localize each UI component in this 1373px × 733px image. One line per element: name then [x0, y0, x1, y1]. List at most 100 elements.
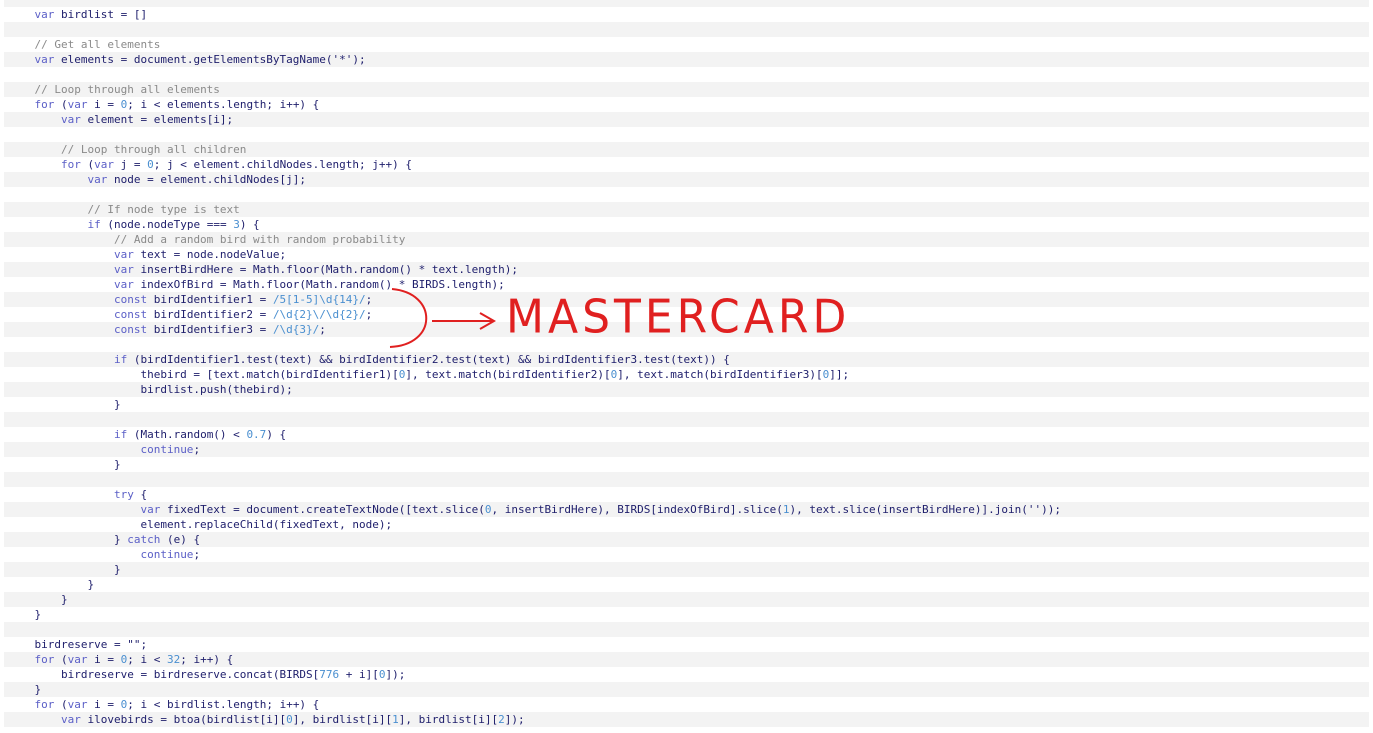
- code-token: // Add a random bird with random probabi…: [113, 233, 406, 246]
- code-token: 776: [319, 668, 340, 681]
- code-token: (Math.random() <: [127, 428, 247, 441]
- code-token: birdreserve = birdreserve.concat(BIRDS[: [8, 668, 320, 681]
- code-token: ], birdlist[i][: [292, 713, 393, 726]
- code-token: ), text.slice(insertBirdHere)].join(''))…: [789, 503, 1062, 516]
- code-token: var: [87, 173, 108, 186]
- code-line: var elements = document.getElementsByTag…: [4, 52, 1369, 67]
- code-token: (e) {: [160, 533, 201, 546]
- code-token: if: [113, 353, 128, 366]
- code-line: var node = element.childNodes[j];: [4, 172, 1369, 187]
- code-line: for (var i = 0; i < 32; i++) {: [4, 652, 1369, 667]
- code-token: ; i < birdlist.length; i++) {: [127, 698, 320, 711]
- code-token: (: [80, 158, 95, 171]
- code-token: (: [54, 653, 68, 666]
- code-token: var: [94, 158, 114, 171]
- code-token: i =: [87, 653, 121, 666]
- code-line: var insertBirdHere = Math.floor(Math.ran…: [4, 262, 1369, 277]
- code-token: elements = document.getElementsByTagName…: [54, 53, 366, 66]
- code-token: {: [133, 488, 148, 501]
- code-token: var: [60, 713, 81, 726]
- code-token: element = elements[i];: [80, 113, 234, 126]
- code-token: + i][: [339, 668, 379, 681]
- code-token: ;: [193, 443, 201, 456]
- code-token: ; i <: [127, 653, 167, 666]
- code-token: , insertBirdHere), BIRDS[indexOfBird].sl…: [491, 503, 783, 516]
- code-line: birdlist.push(thebird);: [4, 382, 1369, 397]
- code-line: var ilovebirds = btoa(birdlist[i][0], bi…: [4, 712, 1369, 727]
- code-token: birdIdentifier2 =: [147, 308, 273, 321]
- code-token: ], birdlist[i][: [398, 713, 499, 726]
- code-token: element.replaceChild(fixedText, node);: [8, 518, 393, 531]
- code-token: // Loop through all children: [60, 143, 247, 156]
- code-line: var birdlist = []: [4, 7, 1369, 22]
- code-token: continue: [140, 548, 194, 561]
- code-token: ;: [365, 293, 373, 306]
- code-token: catch: [127, 533, 161, 546]
- code-token: for: [34, 698, 55, 711]
- code-token: try: [113, 488, 134, 501]
- code-token: var: [34, 8, 55, 21]
- code-token: (birdIdentifier1.test(text) && birdIdent…: [127, 353, 730, 366]
- code-token: ]];: [829, 368, 850, 381]
- code-line: element.replaceChild(fixedText, node);: [4, 517, 1369, 532]
- code-token: ; j < element.childNodes.length; j++) {: [153, 158, 413, 171]
- code-line: birdreserve = birdreserve.concat(BIRDS[7…: [4, 667, 1369, 682]
- code-line: [4, 187, 1369, 202]
- code-token: for: [34, 653, 55, 666]
- code-line: var text = node.nodeValue;: [4, 247, 1369, 262]
- code-token: for: [60, 158, 81, 171]
- code-token: ) {: [239, 218, 260, 231]
- code-line: for (var i = 0; i < elements.length; i++…: [4, 97, 1369, 112]
- code-line: [4, 472, 1369, 487]
- code-token: 0: [147, 158, 154, 171]
- code-token: i =: [87, 698, 121, 711]
- code-token: }: [8, 398, 121, 411]
- code-token: var: [113, 278, 134, 291]
- code-line: [4, 127, 1369, 142]
- code-line: // Loop through all elements: [4, 82, 1369, 97]
- code-token: 0: [286, 713, 293, 726]
- code-line: }: [4, 457, 1369, 472]
- code-token: 1: [782, 503, 790, 516]
- code-token: var: [34, 53, 55, 66]
- code-token: if: [113, 428, 128, 441]
- code-line: // Loop through all children: [4, 142, 1369, 157]
- code-token: // Loop through all elements: [34, 83, 220, 96]
- code-line: [4, 67, 1369, 82]
- code-token: // If node type is text: [87, 203, 240, 216]
- code-token: ;: [365, 308, 373, 321]
- code-token: var: [113, 263, 134, 276]
- code-token: (: [54, 698, 68, 711]
- code-token: }: [8, 578, 95, 591]
- code-token: /\d{3}/: [272, 323, 320, 336]
- code-line: [4, 22, 1369, 37]
- code-line: for (var i = 0; i < birdlist.length; i++…: [4, 697, 1369, 712]
- code-line: if (node.nodeType === 3) {: [4, 217, 1369, 232]
- code-token: var: [67, 653, 88, 666]
- code-token: ilovebirds = btoa(birdlist[i][: [80, 713, 287, 726]
- code-token: i =: [87, 98, 121, 111]
- code-line: try {: [4, 487, 1369, 502]
- code-lines: var birdlist = [] // Get all elements va…: [0, 7, 1373, 727]
- code-token: ; i++) {: [180, 653, 234, 666]
- code-line: }: [4, 397, 1369, 412]
- code-token: ;: [193, 548, 201, 561]
- code-token: thebird = [text.match(birdIdentifier1)[: [8, 368, 399, 381]
- code-line: birdreserve = "";: [4, 637, 1369, 652]
- code-viewer: var birdlist = [] // Get all elements va…: [0, 0, 1373, 733]
- code-token: text = node.nodeValue;: [133, 248, 287, 261]
- code-token: const: [113, 293, 148, 306]
